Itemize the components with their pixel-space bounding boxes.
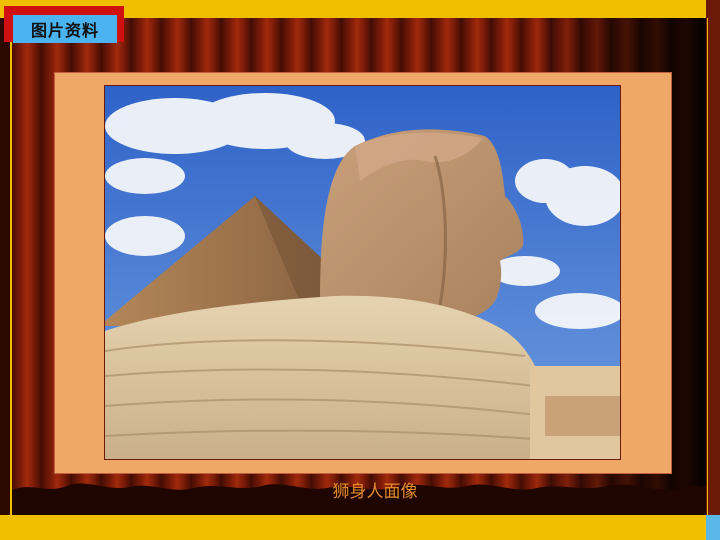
right-accent-stripe <box>707 18 708 515</box>
slide-title: 图片资料 <box>13 15 117 43</box>
left-border <box>0 18 10 515</box>
corner-accent <box>706 515 720 540</box>
right-border <box>706 0 720 540</box>
bottom-accent-bar <box>0 515 720 540</box>
title-badge: 图片资料 <box>4 6 124 43</box>
sphinx-image <box>105 86 620 459</box>
sphinx-photo <box>104 85 621 460</box>
slide: 图片资料 狮身人面像 <box>0 0 720 540</box>
photo-caption: 狮身人面像 <box>332 482 418 502</box>
